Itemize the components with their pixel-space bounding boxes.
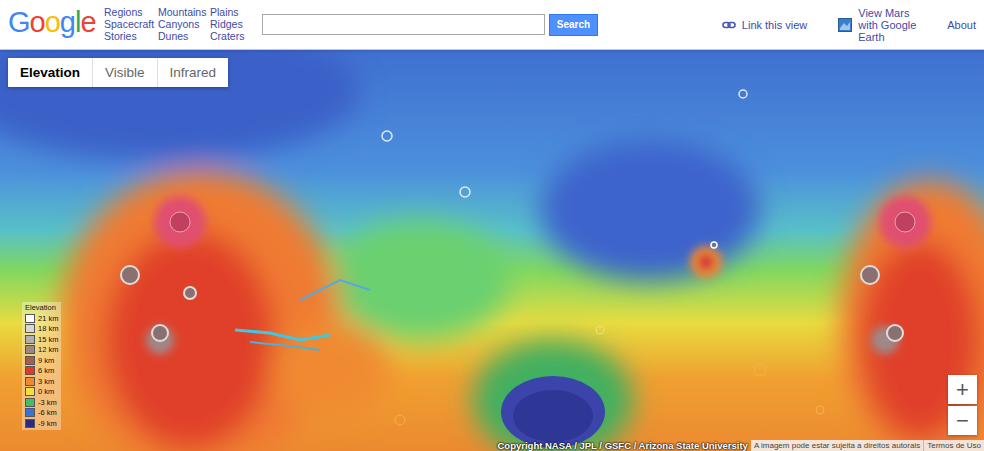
copyright-text: Copyright NASA / JPL / GSFC / Arizona St… <box>495 440 751 451</box>
search-input[interactable] <box>262 14 545 35</box>
search-bar: Search <box>262 14 598 36</box>
header-link[interactable]: About <box>947 19 976 31</box>
chain-link-icon <box>722 20 736 30</box>
nav: RegionsSpacecraftStoriesMountainsCanyons… <box>104 6 250 42</box>
zoom-button[interactable]: + <box>948 375 977 404</box>
nav-link[interactable]: Plains <box>210 6 250 18</box>
map-type-tab[interactable]: Elevation <box>8 58 92 87</box>
legend-entry: 18 km <box>25 324 58 335</box>
header-links: Link this view View Mars with Google Eart… <box>722 7 984 43</box>
google-logo[interactable]: Google <box>8 6 94 39</box>
nav-column: MountainsCanyonsDunes <box>158 6 202 42</box>
legend-entry: 0 km <box>25 387 58 398</box>
header-link[interactable]: Link this view <box>722 19 807 31</box>
search-button[interactable]: Search <box>549 14 598 36</box>
elevation-map-image <box>0 50 984 451</box>
map-type-tab[interactable]: Infrared <box>157 58 229 87</box>
elevation-legend: Elevation21 km18 km15 km12 km9 km6 km3 k… <box>22 302 61 430</box>
legend-title: Elevation <box>25 303 58 313</box>
attribution: Copyright NASA / JPL / GSFC / Arizona St… <box>495 440 984 451</box>
legend-swatch <box>25 377 35 386</box>
legend-swatch <box>25 324 35 333</box>
map-type-tab[interactable]: Visible <box>92 58 157 87</box>
legend-entry: 12 km <box>25 345 58 356</box>
legend-entry: -3 km <box>25 397 58 408</box>
nav-link[interactable]: Stories <box>104 30 150 42</box>
zoom-controls: +− <box>948 375 977 435</box>
legend-swatch <box>25 345 35 354</box>
copyright-notice: A imagem pode estar sujeita a direitos a… <box>751 440 923 451</box>
legend-entry: 21 km <box>25 313 58 324</box>
nav-link[interactable]: Dunes <box>158 30 202 42</box>
legend-entry: 6 km <box>25 366 58 377</box>
legend-swatch <box>25 419 35 428</box>
legend-swatch <box>25 366 35 375</box>
legend-swatch <box>25 335 35 344</box>
nav-link[interactable]: Mountains <box>158 6 202 18</box>
legend-swatch <box>25 314 35 323</box>
legend-swatch <box>25 356 35 365</box>
legend-swatch <box>25 387 35 396</box>
nav-link[interactable]: Ridges <box>210 18 250 30</box>
legend-entry: 15 km <box>25 334 58 345</box>
legend-swatch <box>25 408 35 417</box>
header: GoogleRegionsSpacecraftStoriesMountainsC… <box>0 0 984 50</box>
google-mars-page: GoogleRegionsSpacecraftStoriesMountainsC… <box>0 0 984 451</box>
google-earth-icon <box>838 18 852 32</box>
nav-link[interactable]: Spacecraft <box>104 18 150 30</box>
header-link[interactable]: View Mars with Google Earth <box>838 7 930 43</box>
nav-link[interactable]: Canyons <box>158 18 202 30</box>
legend-entry: -6 km <box>25 408 58 419</box>
legend-entry: -9 km <box>25 418 58 429</box>
nav-column: RegionsSpacecraftStories <box>104 6 150 42</box>
map-type-tabs: ElevationVisibleInfrared <box>8 58 228 87</box>
terms-link[interactable]: Termos de Uso <box>923 440 984 451</box>
legend-entry: 9 km <box>25 355 58 366</box>
zoom-button[interactable]: − <box>948 406 977 435</box>
nav-link[interactable]: Regions <box>104 6 150 18</box>
legend-swatch <box>25 398 35 407</box>
nav-link[interactable]: Craters <box>210 30 250 42</box>
mars-map[interactable]: ElevationVisibleInfraredElevation21 km18… <box>0 50 984 451</box>
nav-column: PlainsRidgesCraters <box>210 6 250 42</box>
legend-entry: 3 km <box>25 376 58 387</box>
